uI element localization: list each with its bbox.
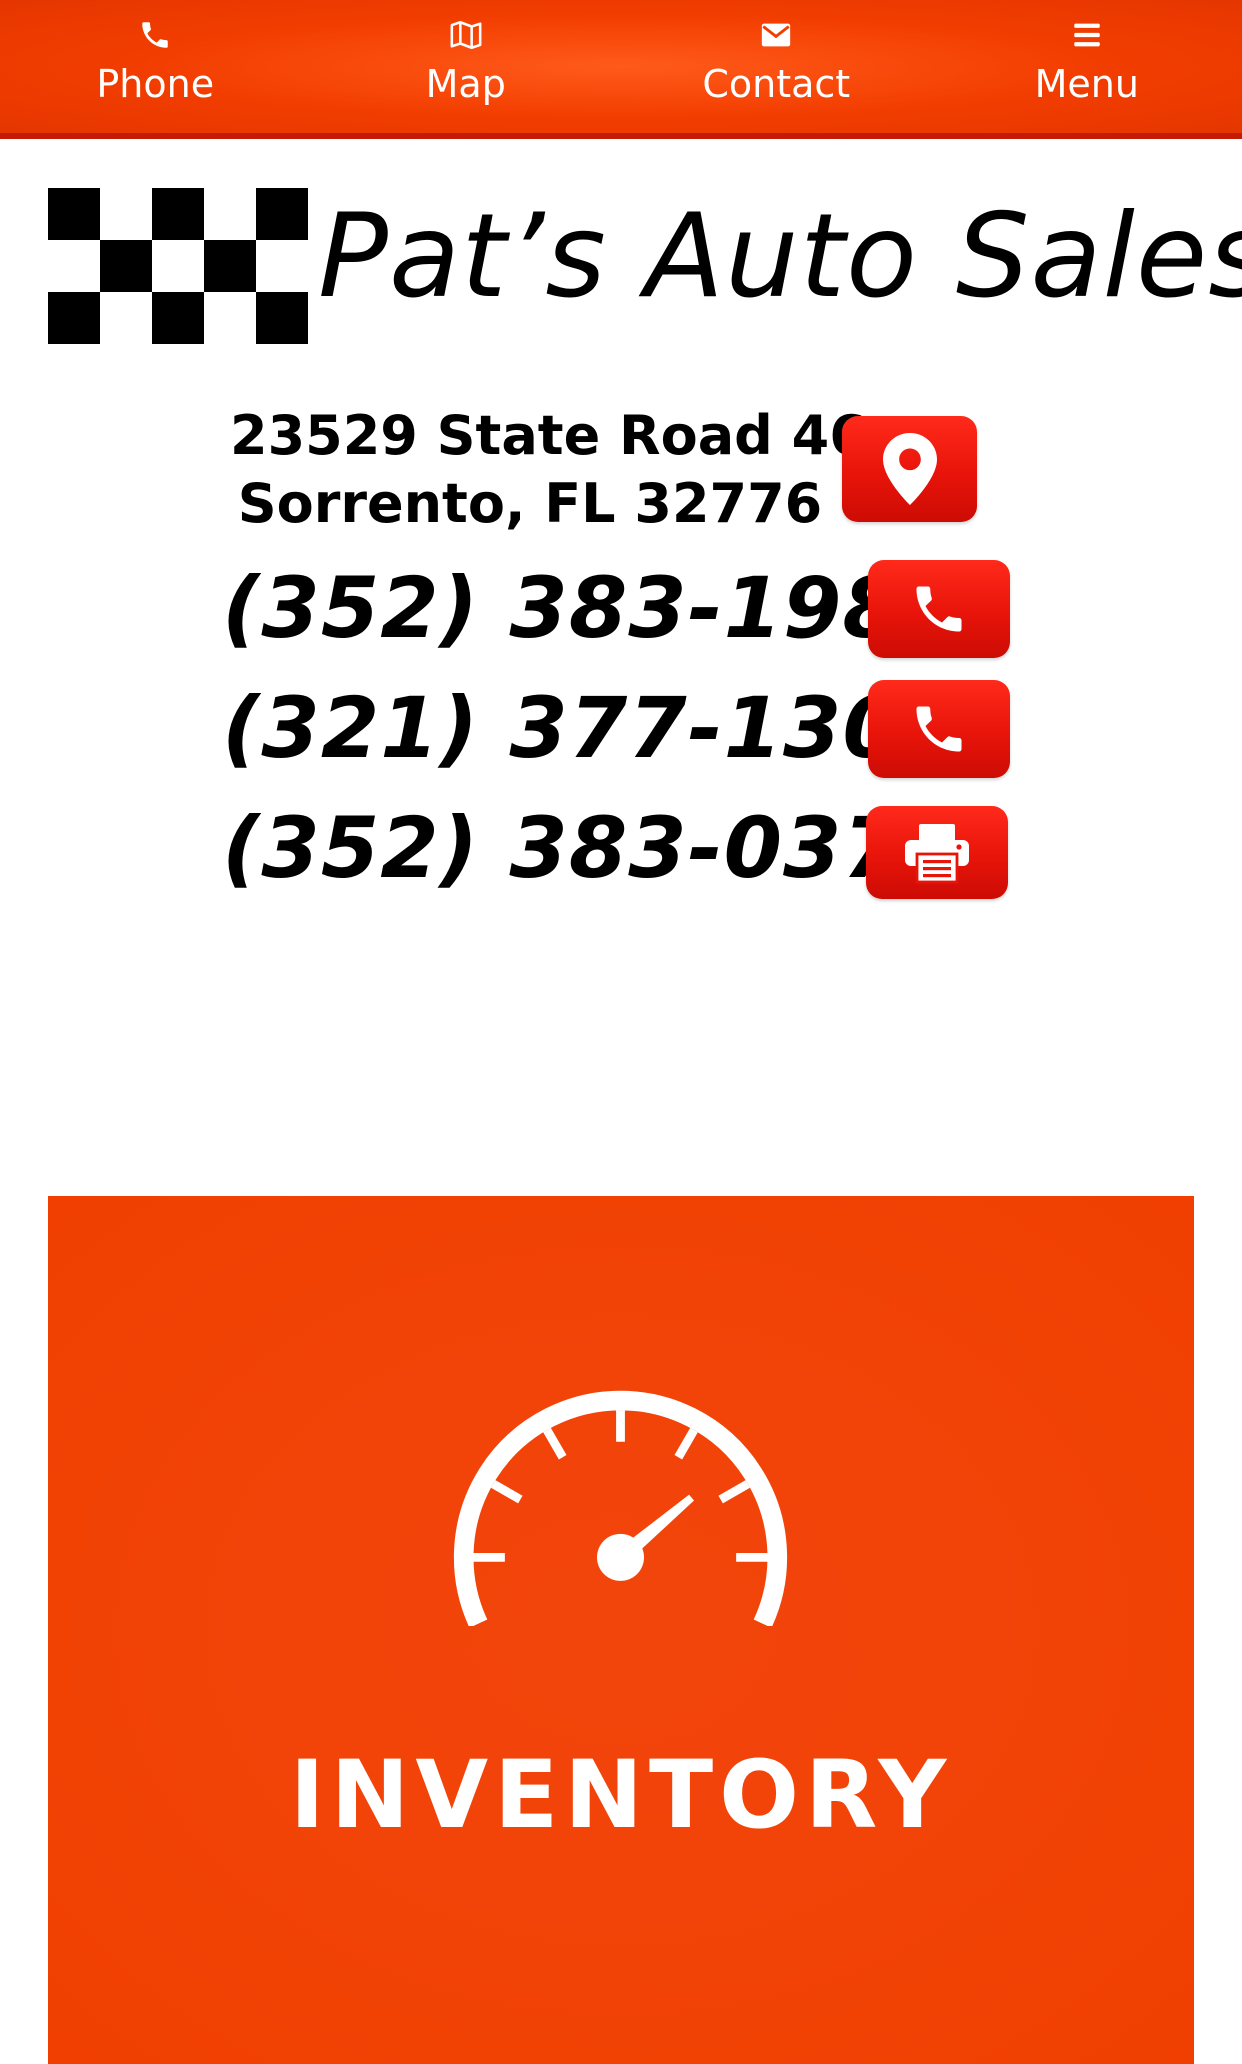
nav-contact-label: Contact <box>702 62 851 106</box>
nav-menu-label: Menu <box>1034 62 1139 106</box>
phone-number-1[interactable]: (352) 383-1986 <box>222 560 960 656</box>
site-logo[interactable]: Pat’s Auto Sales <box>48 188 1242 348</box>
printer-icon <box>905 823 969 883</box>
hamburger-menu-icon <box>1074 23 1100 47</box>
map-icon <box>450 20 482 50</box>
fax-number: (352) 383-0377 <box>222 799 962 897</box>
phone-icon <box>142 22 168 48</box>
envelope-icon <box>762 23 791 47</box>
nav-menu-button[interactable]: Menu <box>932 0 1242 133</box>
map-pin-icon <box>882 433 937 505</box>
nav-phone-button[interactable]: Phone <box>0 0 311 133</box>
call-button-1[interactable] <box>868 560 1010 658</box>
nav-contact-button[interactable]: Contact <box>621 0 932 133</box>
speedometer-tick <box>718 1480 751 1504</box>
directions-button[interactable] <box>842 416 977 522</box>
checkered-flag-icon <box>48 188 308 344</box>
logo-text: Pat’s Auto Sales <box>318 189 1242 324</box>
nav-map-button[interactable]: Map <box>311 0 622 133</box>
speedometer-tick <box>674 1427 698 1460</box>
inventory-label: INVENTORY <box>289 1741 953 1850</box>
speedometer-tick <box>543 1427 567 1460</box>
address-block: 23529 State Road 46 Sorrento, FL 32776 <box>230 402 867 538</box>
top-nav-bar: Phone Map Contact Menu <box>0 0 1242 139</box>
speedometer-hub <box>596 1533 645 1581</box>
speedometer-tick <box>490 1480 523 1504</box>
address-line-2: Sorrento, FL 32776 <box>237 472 823 535</box>
phone-icon <box>916 586 962 632</box>
phone-number-2[interactable]: (321) 377-1307 <box>222 680 960 776</box>
call-button-2[interactable] <box>868 680 1010 778</box>
nav-map-label: Map <box>425 62 506 106</box>
nav-phone-label: Phone <box>96 62 215 106</box>
phone-icon <box>916 706 962 752</box>
fax-button[interactable] <box>866 806 1008 899</box>
address-line-1: 23529 State Road 46 <box>230 404 867 467</box>
inventory-tile[interactable]: INVENTORY <box>48 1196 1194 2064</box>
speedometer-icon <box>453 1390 788 1626</box>
